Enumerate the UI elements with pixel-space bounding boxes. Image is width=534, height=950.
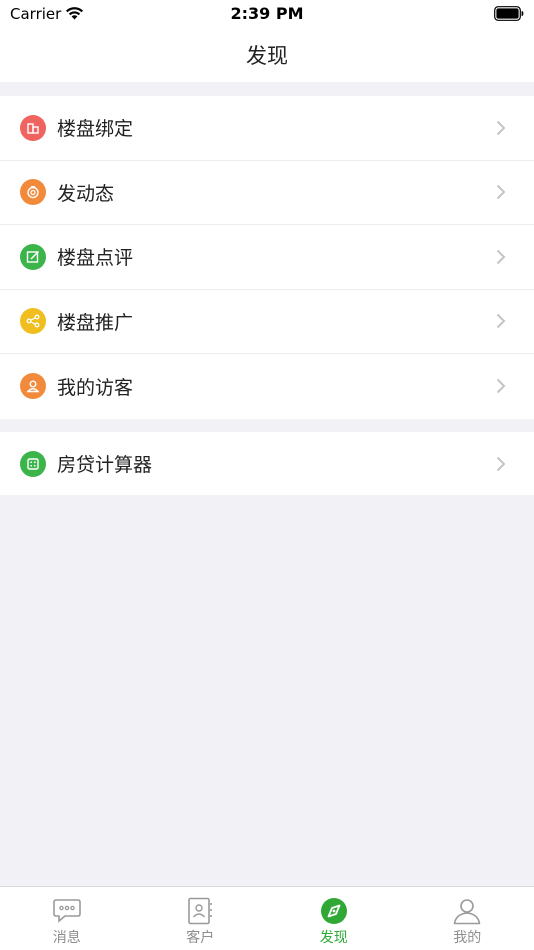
- menu-group-tools: 房贷计算器: [0, 432, 534, 495]
- menu-group-main: 楼盘绑定 发动态 楼盘点评 楼盘推广 我的访客: [0, 96, 534, 419]
- navigation-bar: 发现: [0, 28, 534, 82]
- tab-label: 消息: [52, 930, 81, 946]
- menu-item-mortgage-calculator[interactable]: 房贷计算器: [0, 432, 534, 495]
- chevron-right-icon: [496, 249, 506, 264]
- menu-item-label: 发动态: [57, 182, 115, 205]
- chevron-right-icon: [496, 120, 506, 135]
- menu-item-label: 楼盘点评: [57, 247, 134, 270]
- chevron-right-icon: [496, 185, 506, 200]
- building-icon: [20, 114, 46, 141]
- chevron-right-icon: [496, 314, 506, 329]
- tab-messages[interactable]: 消息: [0, 887, 134, 950]
- share-icon: [20, 308, 46, 335]
- tab-label: 发现: [319, 930, 348, 946]
- contacts-icon: [185, 897, 215, 925]
- page-title: 发现: [246, 44, 288, 68]
- menu-item-label: 我的访客: [57, 376, 134, 399]
- menu-item-label: 房贷计算器: [57, 454, 153, 476]
- chevron-right-icon: [496, 456, 506, 471]
- menu-item-building-promotion[interactable]: 楼盘推广: [0, 290, 534, 354]
- menu-item-my-visitors[interactable]: 我的访客: [0, 354, 534, 419]
- camera-icon: [20, 179, 46, 206]
- tab-label: 我的: [453, 930, 482, 946]
- menu-item-building-binding[interactable]: 楼盘绑定: [0, 96, 534, 161]
- edit-icon: [20, 243, 46, 270]
- discover-screen: Carrier 2:39 PM 发现 楼盘绑定 发动态 楼盘点评 楼盘推广 我的…: [0, 0, 534, 950]
- battery-icon: [494, 6, 524, 21]
- person-icon: [20, 373, 46, 400]
- profile-icon: [452, 897, 482, 925]
- tab-customers[interactable]: 客户: [134, 887, 268, 950]
- status-time: 2:39 PM: [230, 4, 304, 23]
- tab-profile[interactable]: 我的: [401, 887, 534, 950]
- tab-label: 客户: [186, 930, 215, 946]
- menu-item-label: 楼盘推广: [57, 311, 134, 334]
- status-bar: Carrier 2:39 PM: [0, 0, 534, 28]
- calculator-icon: [20, 450, 46, 477]
- menu-item-building-review[interactable]: 楼盘点评: [0, 225, 534, 290]
- chat-bubble-icon: [52, 897, 82, 925]
- chevron-right-icon: [496, 379, 506, 394]
- tab-bar: 消息 客户 发现 我的: [0, 886, 534, 950]
- menu-item-label: 楼盘绑定: [57, 118, 134, 141]
- compass-icon: [319, 897, 349, 925]
- tab-discover[interactable]: 发现: [267, 887, 401, 950]
- menu-item-post-moment[interactable]: 发动态: [0, 161, 534, 225]
